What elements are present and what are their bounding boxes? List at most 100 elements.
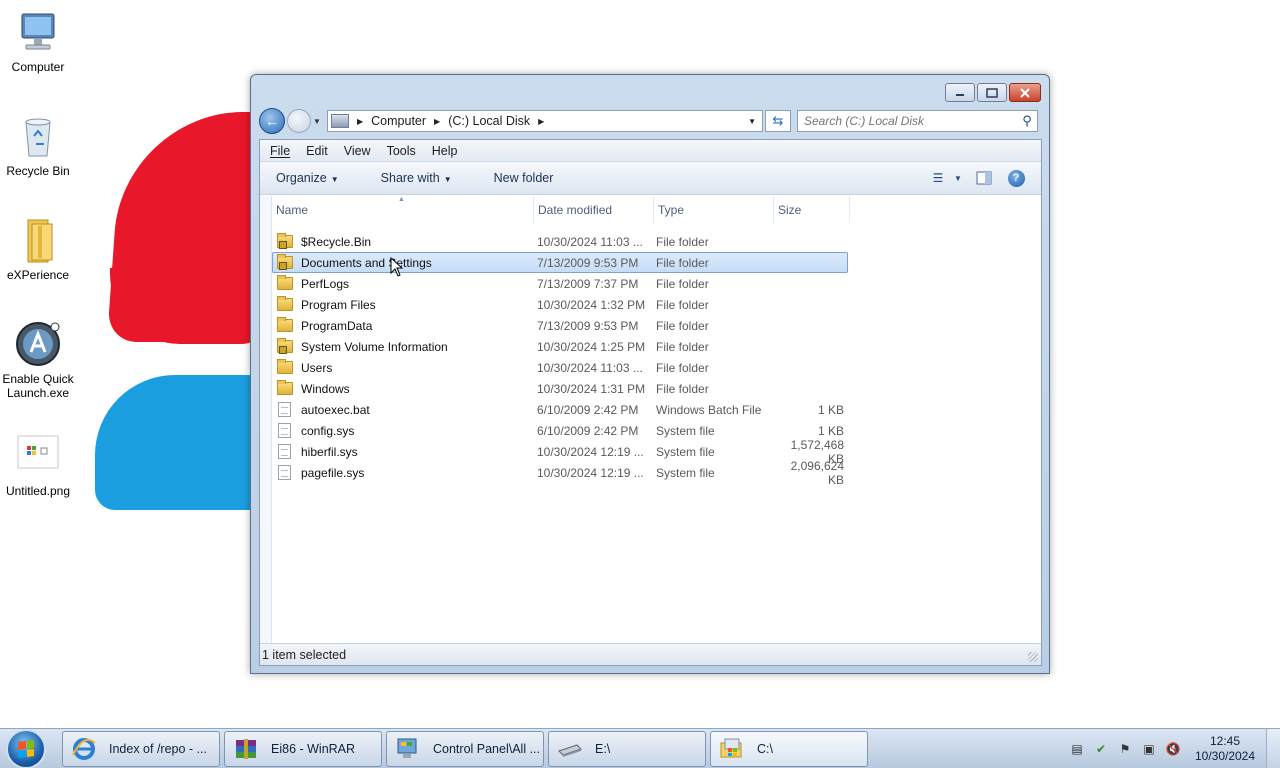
volume-muted-icon[interactable]: 🔇	[1164, 741, 1182, 757]
desktop-icon-enable-quick-launch[interactable]: Enable Quick Launch.exe	[0, 320, 76, 400]
desktop-icon-label: Enable Quick Launch.exe	[2, 372, 74, 400]
file-name: Windows	[301, 381, 350, 396]
share-with-button[interactable]: Share with ▼	[375, 168, 458, 188]
file-row[interactable]: pagefile.sys 10/30/2024 12:19 ... System f…	[272, 459, 848, 487]
network-icon[interactable]: ▣	[1140, 741, 1158, 757]
folder-icon	[14, 216, 62, 264]
menu-help[interactable]: Help	[430, 143, 460, 159]
file-row[interactable]: System Volume Information 10/30/2024 1:25…	[272, 336, 848, 357]
file-rows: $Recycle.Bin 10/30/2024 11:03 ... File fol…	[272, 231, 1041, 487]
chevron-down-icon: ▼	[330, 175, 339, 184]
file-date: 10/30/2024 1:25 PM	[537, 339, 646, 354]
close-button[interactable]	[1009, 83, 1041, 102]
column-size[interactable]: Size	[774, 196, 850, 223]
file-row[interactable]: autoexec.bat 6/10/2009 2:42 PM Windows Bat…	[272, 399, 848, 420]
file-type: File folder	[656, 381, 709, 396]
file-name-cell: Users	[273, 359, 535, 375]
chevron-right-icon[interactable]: ▶	[434, 117, 440, 126]
organize-button[interactable]: Organize ▼	[270, 168, 345, 188]
breadcrumb-local-disk[interactable]: (C:) Local Disk	[448, 114, 530, 128]
forward-button[interactable]	[287, 109, 311, 133]
search-input[interactable]	[804, 114, 1017, 128]
file-row[interactable]: PerfLogs 7/13/2009 7:37 PM File folder	[272, 273, 848, 294]
security-shield-icon[interactable]: ✔	[1092, 741, 1110, 757]
view-options-dropdown[interactable]: ▼	[951, 167, 965, 189]
taskbar-buttons: Index of /repo - ... Ei86 - WinRAR Control…	[46, 730, 868, 767]
navigation-pane[interactable]	[260, 196, 272, 643]
file-type: File folder	[656, 318, 709, 333]
locked-folder-icon	[277, 233, 293, 249]
show-desktop-button[interactable]	[1266, 728, 1280, 768]
preview-pane-button[interactable]	[971, 167, 997, 189]
file-date: 10/30/2024 1:31 PM	[537, 381, 646, 396]
file-name: $Recycle.Bin	[301, 234, 372, 249]
menu-view[interactable]: View	[342, 143, 373, 159]
chevron-right-icon[interactable]: ▶	[357, 117, 363, 126]
new-folder-button[interactable]: New folder	[488, 168, 560, 188]
file-date: 10/30/2024 12:19 ...	[537, 465, 644, 480]
breadcrumb-computer[interactable]: Computer	[371, 114, 426, 128]
file-row[interactable]: ProgramData 7/13/2009 9:53 PM File folder	[272, 315, 848, 336]
menu-edit[interactable]: Edit	[304, 143, 330, 159]
file-type: System file	[656, 465, 715, 480]
taskbar-button[interactable]: Control Panel\All ...	[386, 730, 544, 767]
chevron-right-icon[interactable]: ▶	[538, 117, 544, 126]
file-row[interactable]: Windows 10/30/2024 1:31 PM File folder	[272, 378, 848, 399]
start-button[interactable]	[6, 728, 46, 768]
taskbar-button[interactable]: E:\	[548, 730, 706, 767]
desktop-icon-untitled-png[interactable]: Untitled.png	[0, 432, 76, 498]
back-button[interactable]: ←	[259, 108, 285, 134]
file-row[interactable]: Documents and Settings 7/13/2009 9:53 PM F…	[272, 252, 848, 273]
file-icon	[278, 465, 291, 480]
status-bar: 1 item selected	[260, 643, 1041, 665]
help-button[interactable]: ?	[1003, 167, 1029, 189]
file-date: 7/13/2009 9:53 PM	[537, 255, 639, 270]
file-row[interactable]: config.sys 6/10/2009 2:42 PM System file 1 …	[272, 420, 848, 441]
column-date-modified[interactable]: Date modified	[534, 196, 654, 223]
change-view-button[interactable]: ☰	[925, 167, 951, 189]
file-date: 6/10/2009 2:42 PM	[537, 423, 639, 438]
refresh-button[interactable]: ⇆	[765, 110, 791, 132]
action-center-flag-icon[interactable]: ⚑	[1116, 741, 1134, 757]
file-name-cell: System Volume Information	[273, 338, 535, 354]
taskbar-button[interactable]: C:\	[710, 730, 868, 767]
taskbar-button[interactable]: Ei86 - WinRAR	[224, 730, 382, 767]
minimize-icon	[956, 93, 964, 96]
maximize-button[interactable]	[977, 83, 1007, 102]
file-type: File folder	[656, 255, 709, 270]
taskbar-button[interactable]: Index of /repo - ...	[62, 730, 220, 767]
address-dropdown-icon[interactable]: ▼	[748, 117, 756, 126]
address-bar[interactable]: ▶ Computer ▶ (C:) Local Disk ▶ ▼	[327, 110, 763, 132]
clipboard-icon[interactable]: ▤	[1068, 741, 1086, 757]
recycle-bin-icon	[14, 112, 62, 160]
file-list-area: ▲ Name Date modified Type Size $Recycle.…	[260, 196, 1041, 643]
desktop-icon-label: eXPerience	[6, 268, 70, 282]
file-row[interactable]: Users 10/30/2024 11:03 ... File folder	[272, 357, 848, 378]
file-row[interactable]: Program Files 10/30/2024 1:32 PM File fold…	[272, 294, 848, 315]
file-date: 10/30/2024 11:03 ...	[537, 234, 643, 249]
menu-tools[interactable]: Tools	[385, 143, 418, 159]
resize-grip-icon[interactable]	[1028, 652, 1038, 662]
file-type: System file	[656, 423, 715, 438]
file-name: Documents and Settings	[301, 255, 432, 270]
recent-pages-dropdown[interactable]: ▼	[313, 117, 323, 126]
search-box[interactable]: ⚲	[797, 110, 1038, 132]
column-type[interactable]: Type	[654, 196, 774, 223]
file-icon	[278, 444, 291, 459]
desktop-icon-experience[interactable]: eXPerience	[0, 216, 76, 282]
clock[interactable]: 12:45 10/30/2024	[1192, 734, 1258, 764]
locked-folder-icon	[277, 338, 293, 354]
desktop-icon-computer[interactable]: Computer	[0, 8, 76, 74]
file-row[interactable]: hiberfil.sys 10/30/2024 12:19 ... System f…	[272, 438, 848, 466]
menu-file[interactable]: File	[268, 143, 292, 159]
minimize-button[interactable]	[945, 83, 975, 102]
taskbar-button-label: Ei86 - WinRAR	[271, 741, 356, 756]
file-name-cell: hiberfil.sys	[273, 444, 535, 459]
file-icon	[278, 402, 291, 417]
file-row[interactable]: $Recycle.Bin 10/30/2024 11:03 ... File fol…	[272, 231, 848, 252]
caption-buttons	[943, 83, 1041, 102]
desktop-icon-recycle-bin[interactable]: Recycle Bin	[0, 112, 76, 178]
search-icon[interactable]: ⚲	[1017, 113, 1037, 129]
explorer-icon	[719, 737, 745, 761]
navigation-bar: ← ▼ ▶ Computer ▶ (C:) Local Disk ▶ ▼ ⇆ ⚲	[259, 108, 1041, 134]
